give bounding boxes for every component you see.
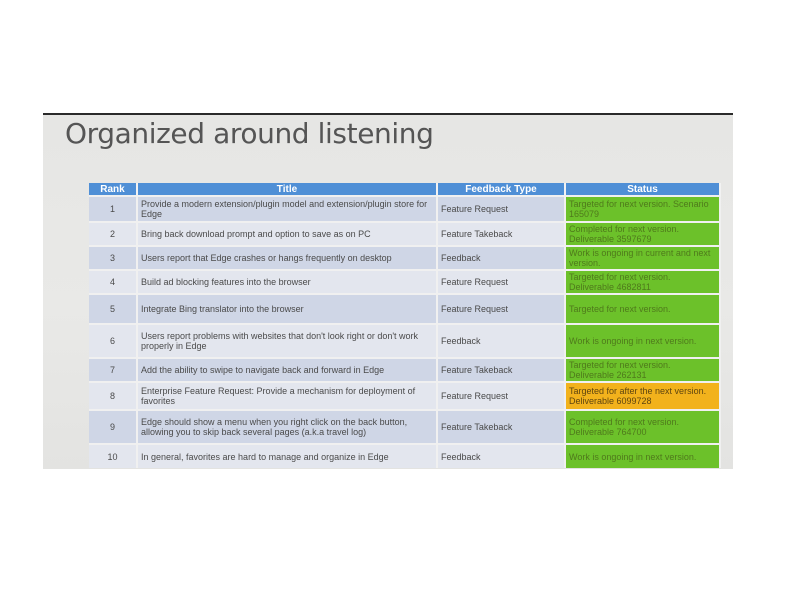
status-text: Work is ongoing in current and next vers… [569, 248, 711, 268]
column-header-feedback-type: Feedback Type [437, 183, 566, 196]
feedback-type-cell: Feature Request [437, 381, 566, 410]
table-row: 5 Integrate Bing translator into the bro… [89, 293, 721, 324]
column-header-title: Title [137, 183, 438, 196]
status-text: Targeted for next version. Deliverable 4… [569, 272, 671, 292]
projector-screen: Organized around listening Rank Title Fe… [43, 113, 733, 469]
table-row: 2 Bring back download prompt and option … [89, 221, 721, 246]
status-cell: Completed for next version. Deliverable … [565, 409, 721, 444]
feedback-type-cell: Feature Takeback [437, 221, 566, 246]
feedback-type-cell: Feature Takeback [437, 409, 566, 444]
table-row: 7 Add the ability to swipe to navigate b… [89, 357, 721, 382]
rank-cell: 8 [89, 381, 138, 410]
column-header-rank: Rank [89, 183, 138, 196]
feedback-type-cell: Feature Request [437, 269, 566, 294]
table-row: 3 Users report that Edge crashes or hang… [89, 245, 721, 270]
rank-cell: 7 [89, 357, 138, 382]
status-cell: Completed for next version. Deliverable … [565, 221, 721, 246]
feedback-type-cell: Feedback [437, 245, 566, 270]
title-cell: Enterprise Feature Request: Provide a me… [137, 381, 438, 410]
feedback-type-cell: Feedback [437, 443, 566, 468]
slide-title: Organized around listening [65, 117, 434, 150]
feedback-type-cell: Feature Request [437, 293, 566, 324]
rank-cell: 5 [89, 293, 138, 324]
status-cell: Work is ongoing in current and next vers… [565, 245, 721, 270]
status-cell: Targeted for next version. [565, 293, 721, 324]
status-cell: Work is ongoing in next version. [565, 443, 721, 468]
title-cell: Bring back download prompt and option to… [137, 221, 438, 246]
title-cell: Provide a modern extension/plugin model … [137, 195, 438, 222]
status-text: Targeted for after the next version. Del… [569, 386, 707, 406]
status-cell: Targeted for next version. Deliverable 4… [565, 269, 721, 294]
rank-cell: 6 [89, 323, 138, 358]
status-cell: Work is ongoing in next version. [565, 323, 721, 358]
feedback-type-cell: Feature Request [437, 195, 566, 222]
status-text: Work is ongoing in next version. [569, 451, 697, 462]
table-row: 9 Edge should show a menu when you right… [89, 409, 721, 444]
title-cell: Users report problems with websites that… [137, 323, 438, 358]
title-cell: Integrate Bing translator into the brows… [137, 293, 438, 324]
status-text: Targeted for next version. Deliverable 2… [569, 360, 671, 380]
status-text: Work is ongoing in next version. [569, 336, 697, 346]
screen-top-edge [43, 113, 733, 115]
column-header-status: Status [565, 183, 721, 196]
title-cell: In general, favorites are hard to manage… [137, 443, 438, 468]
status-text: Completed for next version. Deliverable … [569, 224, 680, 244]
feedback-type-cell: Feature Takeback [437, 357, 566, 382]
status-cell: Targeted for next version. Deliverable 2… [565, 357, 721, 382]
title-cell: Users report that Edge crashes or hangs … [137, 245, 438, 270]
table-row: 8 Enterprise Feature Request: Provide a … [89, 381, 721, 410]
feedback-table: Rank Title Feedback Type Status 1 Provid… [89, 183, 721, 468]
status-text: Completed for next version. Deliverable … [569, 417, 680, 437]
title-cell: Add the ability to swipe to navigate bac… [137, 357, 438, 382]
table-row: 1 Provide a modern extension/plugin mode… [89, 195, 721, 222]
table-header-row: Rank Title Feedback Type Status [89, 183, 721, 196]
title-cell: Edge should show a menu when you right c… [137, 409, 438, 444]
table-row: 4 Build ad blocking features into the br… [89, 269, 721, 294]
rank-cell: 4 [89, 269, 138, 294]
status-cell: Targeted for after the next version. Del… [565, 381, 721, 410]
rank-cell: 2 [89, 221, 138, 246]
table-row: 6 Users report problems with websites th… [89, 323, 721, 358]
feedback-type-cell: Feedback [437, 323, 566, 358]
status-text: Targeted for next version. [569, 304, 671, 314]
status-text: Targeted for next version. Scenario 1650… [569, 199, 709, 219]
rank-cell: 3 [89, 245, 138, 270]
status-cell: Targeted for next version. Scenario 1650… [565, 195, 721, 222]
rank-cell: 1 [89, 195, 138, 222]
title-cell: Build ad blocking features into the brow… [137, 269, 438, 294]
rank-cell: 10 [89, 443, 138, 468]
rank-cell: 9 [89, 409, 138, 444]
table-row: 10 In general, favorites are hard to man… [89, 443, 721, 468]
